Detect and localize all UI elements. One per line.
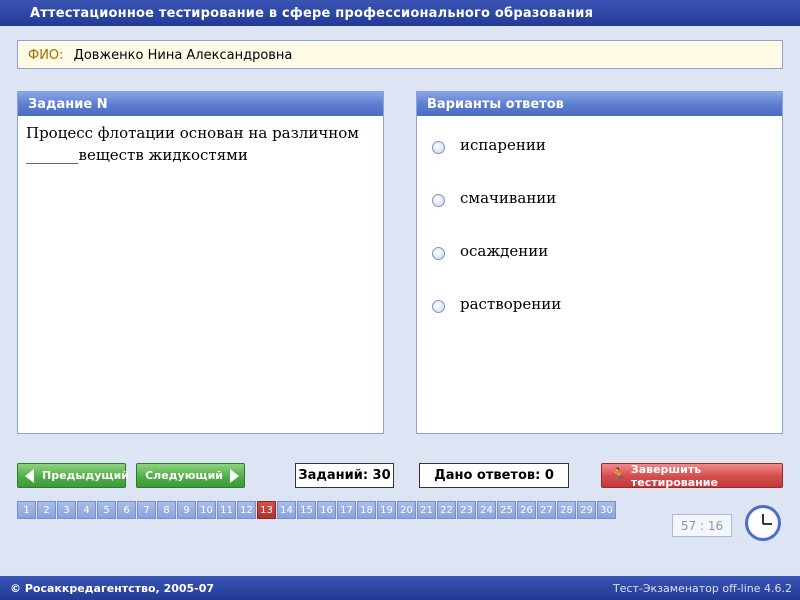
page-button-20[interactable]: 20 <box>397 501 416 519</box>
answer-label: осаждении <box>460 242 549 260</box>
app-title: Аттестационное тестирование в сфере проф… <box>0 0 800 26</box>
finish-button-label: Завершить тестирование <box>630 462 718 489</box>
page-button-12[interactable]: 12 <box>237 501 256 519</box>
finish-button[interactable]: 🏃 Завершить тестирование <box>601 462 783 489</box>
page-button-9[interactable]: 9 <box>177 501 196 519</box>
page-button-27[interactable]: 27 <box>537 501 556 519</box>
page-button-11[interactable]: 11 <box>217 501 236 519</box>
page-button-30[interactable]: 30 <box>597 501 616 519</box>
answers-panel-header: Варианты ответов <box>417 92 782 116</box>
answer-label: растворении <box>460 295 562 313</box>
answers-panel: Варианты ответов испарении смачивании ос… <box>416 91 783 434</box>
tasks-counter: Заданий: 30 <box>295 463 394 488</box>
answer-option-1[interactable]: испарении <box>417 132 782 185</box>
page-button-28[interactable]: 28 <box>557 501 576 519</box>
arrow-left-icon <box>25 468 34 483</box>
timer-display: 57 : 16 <box>672 514 732 537</box>
page-button-1[interactable]: 1 <box>17 501 36 519</box>
answer-option-2[interactable]: смачивании <box>417 185 782 238</box>
clock-icon <box>745 505 781 541</box>
radio-button[interactable] <box>432 247 445 260</box>
next-button-label: Следующий <box>145 469 223 482</box>
answer-label: испарении <box>460 136 546 154</box>
copyright-text: © Росаккредагентство, 2005-07 <box>10 581 215 595</box>
page-button-23[interactable]: 23 <box>457 501 476 519</box>
page-button-19[interactable]: 19 <box>377 501 396 519</box>
page-button-13[interactable]: 13 <box>257 501 276 519</box>
page-navigator: 1 2 3 4 5 6 7 8 9 10 11 12 13 14 15 16 17 18 19 20 21 22 23 24 2… <box>17 501 617 519</box>
page-button-7[interactable]: 7 <box>137 501 156 519</box>
page-button-10[interactable]: 10 <box>197 501 216 519</box>
page-button-16[interactable]: 16 <box>317 501 336 519</box>
page-button-6[interactable]: 6 <box>117 501 136 519</box>
answer-option-4[interactable]: растворении <box>417 291 782 344</box>
question-line-1: Процесс флотации основан на различном <box>26 124 359 142</box>
radio-button[interactable] <box>432 194 445 207</box>
page-button-2[interactable]: 2 <box>37 501 56 519</box>
radio-button[interactable] <box>432 141 445 154</box>
page-button-14[interactable]: 14 <box>277 501 296 519</box>
page-button-3[interactable]: 3 <box>57 501 76 519</box>
runner-icon: 🏃 <box>610 468 627 483</box>
next-button[interactable]: Следующий <box>136 463 245 488</box>
page-button-5[interactable]: 5 <box>97 501 116 519</box>
answer-label: смачивании <box>460 189 557 207</box>
prev-button-label: Предыдущий <box>42 469 130 482</box>
page-button-18[interactable]: 18 <box>357 501 376 519</box>
version-text: Тест-Экзаменатор off-line 4.6.2 <box>612 581 792 595</box>
question-text: Процесс флотации основан на различном __… <box>18 116 383 172</box>
fio-value: Довженко Нина Александровна <box>73 48 293 63</box>
page-button-22[interactable]: 22 <box>437 501 456 519</box>
page-button-29[interactable]: 29 <box>577 501 596 519</box>
answer-list: испарении смачивании осаждении растворен… <box>417 116 782 344</box>
page-button-17[interactable]: 17 <box>337 501 356 519</box>
question-panel: Задание N Процесс флотации основан на ра… <box>17 91 384 434</box>
fio-label: ФИО: <box>28 48 64 63</box>
page-button-25[interactable]: 25 <box>497 501 516 519</box>
fio-box: ФИО: Довженко Нина Александровна <box>17 40 783 69</box>
arrow-right-icon <box>230 468 239 483</box>
answer-option-3[interactable]: осаждении <box>417 238 782 291</box>
page-button-24[interactable]: 24 <box>477 501 496 519</box>
page-button-4[interactable]: 4 <box>77 501 96 519</box>
question-panel-header: Задание N <box>18 92 383 116</box>
page-button-21[interactable]: 21 <box>417 501 436 519</box>
prev-button[interactable]: Предыдущий <box>17 463 130 488</box>
answers-counter: Дано ответов: 0 <box>419 463 569 488</box>
radio-button[interactable] <box>432 300 445 313</box>
footer: © Росаккредагентство, 2005-07 Тест-Экзам… <box>0 576 800 600</box>
page-button-15[interactable]: 15 <box>297 501 316 519</box>
page-button-8[interactable]: 8 <box>157 501 176 519</box>
page-button-26[interactable]: 26 <box>517 501 536 519</box>
question-line-2: _______веществ жидкостями <box>26 146 248 164</box>
